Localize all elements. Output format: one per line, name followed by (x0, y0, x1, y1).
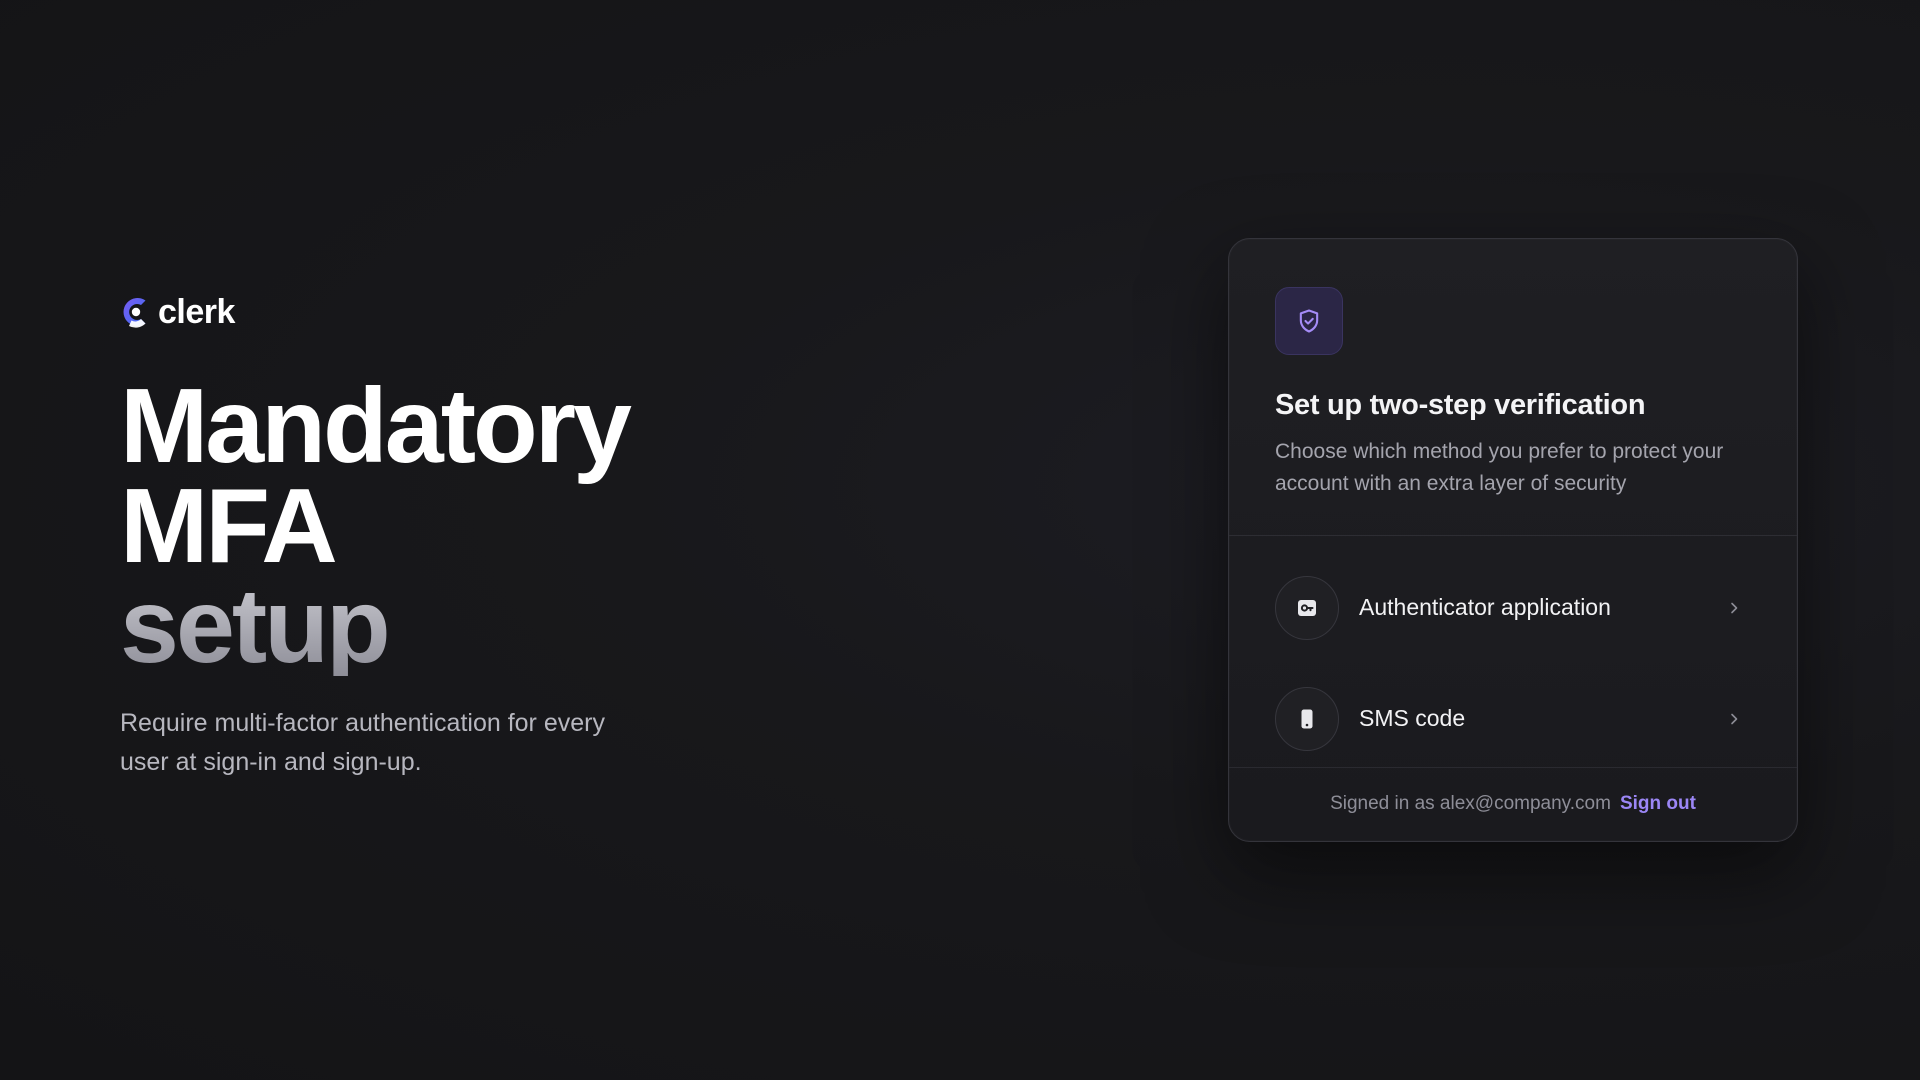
method-label: Authenticator application (1359, 594, 1611, 620)
card-footer: Signed in as alex@company.com Sign out (1229, 768, 1797, 840)
method-label: SMS code (1359, 705, 1466, 731)
title-line-3: setup (120, 573, 820, 679)
card-title: Set up two-step verification (1275, 389, 1646, 421)
clerk-logo-icon (123, 298, 146, 328)
card-header: Set up two-step verification Choose whic… (1229, 239, 1797, 536)
brand-name: clerk (158, 293, 235, 331)
phone-icon (1301, 709, 1313, 728)
title-line-2: MFA (120, 467, 338, 585)
shield-tile (1275, 287, 1343, 355)
method-sms-code[interactable]: SMS code (1275, 663, 1751, 774)
method-authenticator-app[interactable]: Authenticator application (1275, 552, 1751, 663)
title-line-1: Mandatory (120, 367, 632, 485)
page-title: Mandatory MFA setup (120, 367, 820, 679)
chevron-right-icon (1723, 708, 1745, 730)
authenticator-key-icon (1298, 599, 1316, 616)
hero-section: clerk Mandatory MFA setup Require multi-… (120, 292, 820, 782)
mfa-setup-card: Set up two-step verification Choose whic… (1228, 238, 1798, 842)
sign-out-link[interactable]: Sign out (1620, 793, 1696, 815)
method-list: Authenticator application SMS code (1229, 536, 1797, 768)
method-icon-wrapper (1275, 686, 1339, 751)
method-icon-wrapper (1275, 575, 1339, 640)
hero-description: Require multi-factor authentication for … (120, 709, 605, 776)
card-description: Choose which method you prefer to protec… (1275, 440, 1724, 495)
signed-in-text: Signed in as alex@company.com (1330, 793, 1611, 814)
chevron-right-icon (1723, 597, 1745, 619)
shield-check-icon (1299, 309, 1319, 333)
brand: clerk (120, 292, 820, 332)
